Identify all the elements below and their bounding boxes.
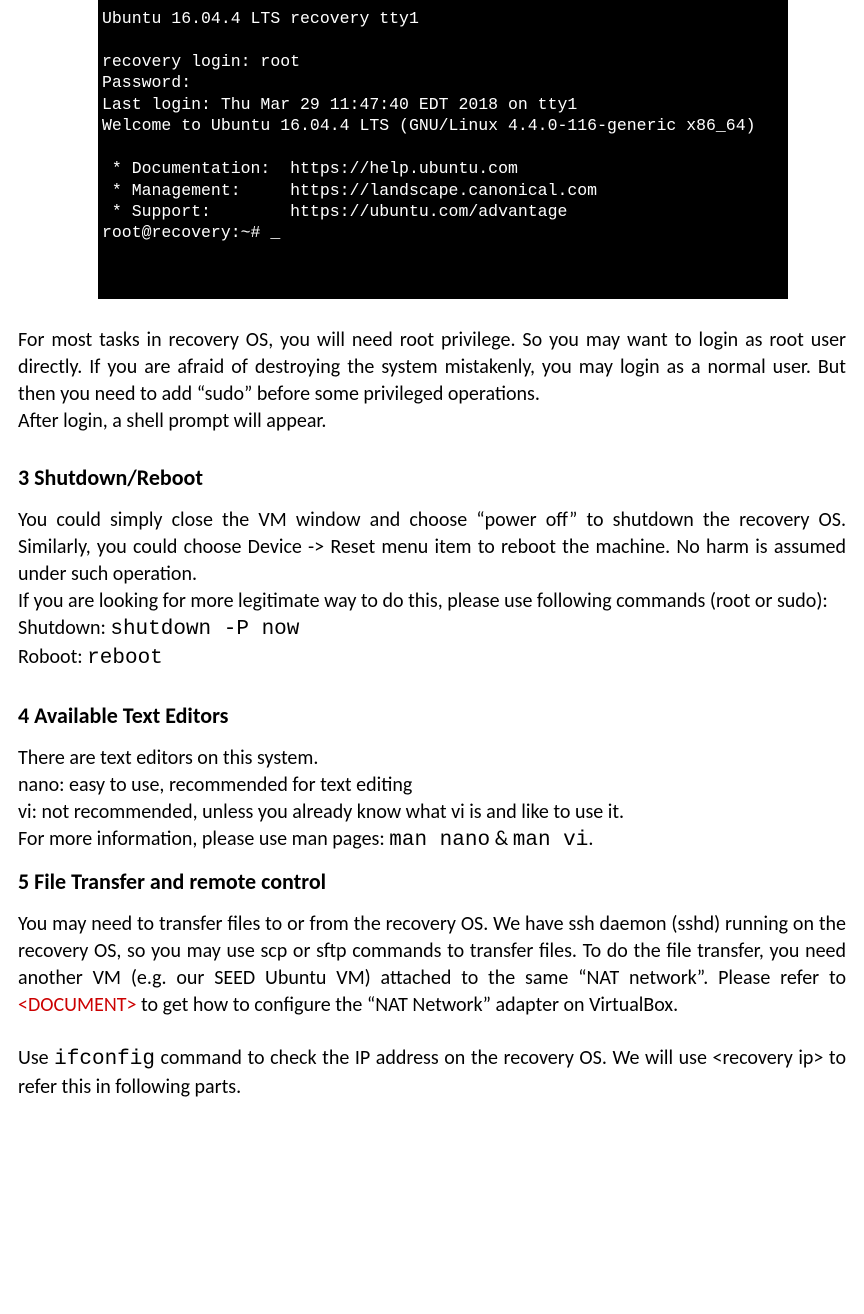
reboot-line: Roboot: reboot: [18, 644, 846, 673]
man-vi-command: man vi: [513, 829, 589, 852]
section4-p1: There are text editors on this system.: [18, 745, 846, 772]
section3-heading: 3 Shutdown/Reboot: [18, 463, 846, 493]
section3-p2: If you are looking for more legitimate w…: [18, 588, 846, 615]
section5-p1b: to get how to configure the “NAT Network…: [137, 993, 679, 1017]
section4-heading: 4 Available Text Editors: [18, 701, 846, 731]
reboot-label: Roboot:: [18, 645, 87, 669]
document-placeholder: <DOCUMENT>: [18, 993, 137, 1017]
section4-p2: nano: easy to use, recommended for text …: [18, 772, 846, 799]
terminal-screenshot: Ubuntu 16.04.4 LTS recovery tty1 recover…: [98, 0, 788, 299]
section5-heading: 5 File Transfer and remote control: [18, 867, 846, 897]
intro-paragraph-2: After login, a shell prompt will appear.: [18, 408, 846, 435]
shutdown-line: Shutdown: shutdown -P now: [18, 615, 846, 644]
section5-p1: You may need to transfer files to or fro…: [18, 911, 846, 1019]
shutdown-command: shutdown -P now: [110, 618, 299, 641]
section5-p2: Use ifconfig command to check the IP add…: [18, 1045, 846, 1101]
intro-paragraph-1: For most tasks in recovery OS, you will …: [18, 327, 846, 408]
section3-p1: You could simply close the VM window and…: [18, 507, 846, 588]
section4-period: .: [588, 827, 593, 851]
section5-p1a: You may need to transfer files to or fro…: [18, 912, 846, 990]
section4-p3: vi: not recommended, unless you already …: [18, 799, 846, 826]
section5-p2a: Use: [18, 1046, 54, 1070]
man-nano-command: man nano: [389, 829, 490, 852]
shutdown-label: Shutdown:: [18, 616, 110, 640]
ifconfig-command: ifconfig: [54, 1048, 155, 1071]
section4-p4: For more information, please use man pag…: [18, 826, 846, 855]
reboot-command: reboot: [87, 647, 163, 670]
ampersand: &: [490, 827, 513, 851]
section4-p4-text: For more information, please use man pag…: [18, 827, 389, 851]
